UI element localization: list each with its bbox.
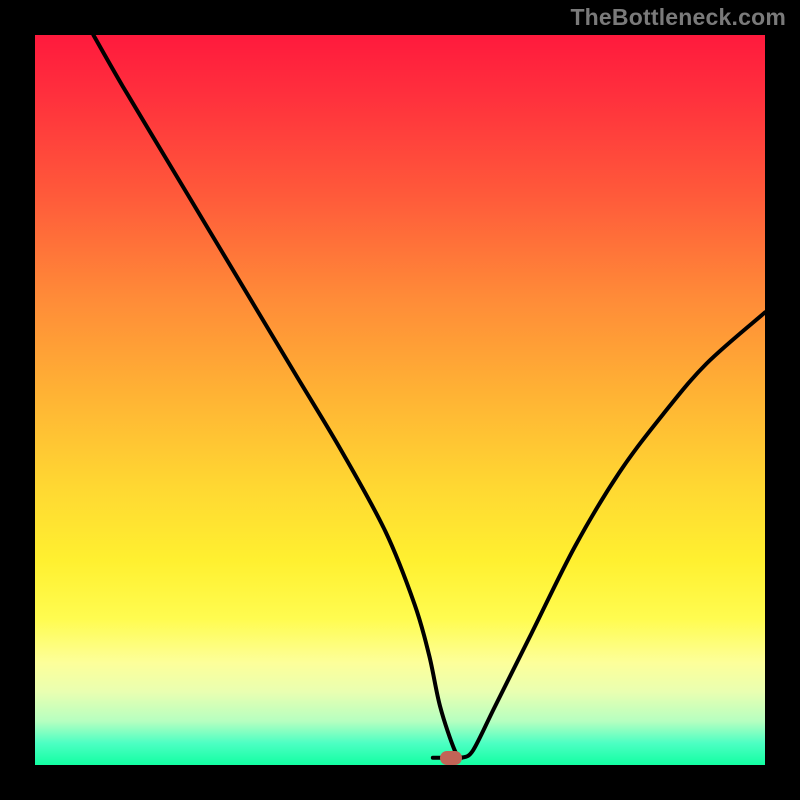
optimum-marker [440, 751, 462, 765]
chart-frame: TheBottleneck.com [0, 0, 800, 800]
watermark-text: TheBottleneck.com [570, 4, 786, 31]
plot-area [35, 35, 765, 765]
bottleneck-curve [35, 35, 765, 765]
